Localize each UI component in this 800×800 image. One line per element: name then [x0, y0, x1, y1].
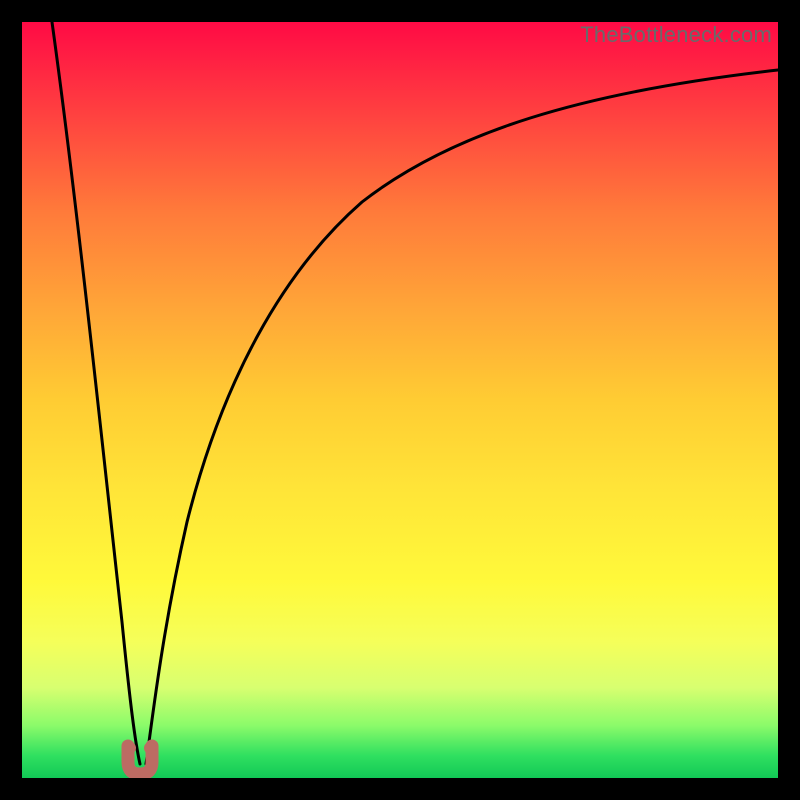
attribution-watermark: TheBottleneck.com	[580, 22, 772, 48]
chart-area: TheBottleneck.com	[22, 22, 778, 778]
notch-marker-dot-right	[144, 742, 156, 754]
left-curve-path	[52, 22, 140, 764]
notch-marker-u	[128, 746, 152, 774]
notch-marker-dot-left	[124, 742, 136, 754]
right-curve-path	[146, 70, 778, 764]
chart-curves	[22, 22, 778, 778]
